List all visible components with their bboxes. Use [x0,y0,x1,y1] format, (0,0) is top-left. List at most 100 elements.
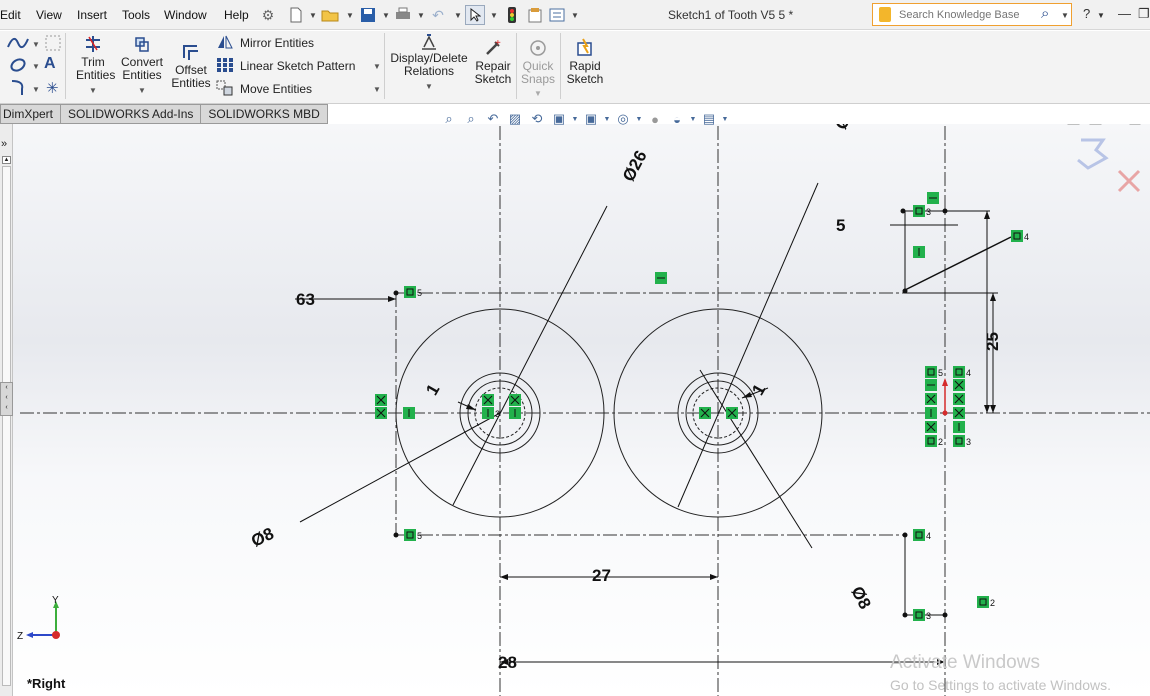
circle-icon[interactable] [8,57,28,76]
rapid-sketch-button[interactable]: Rapid Sketch [563,37,607,86]
tab-solidworks-add-ins[interactable]: SOLIDWORKS Add-Ins [61,104,202,124]
chevron-down-icon[interactable]: ▼ [571,11,579,20]
dimension-diameter-8-right[interactable]: Ø8 [847,583,874,612]
open-folder-icon[interactable] [320,5,340,25]
chevron-down-icon[interactable]: ▼ [490,11,498,20]
dimension-27[interactable]: 27 [592,566,611,585]
relation-marker[interactable]: 3 [913,609,931,621]
relation-marker[interactable] [925,393,937,405]
relation-marker[interactable] [925,379,937,391]
arc-icon[interactable] [8,79,28,100]
menu-view[interactable]: View [36,8,62,22]
options-icon[interactable] [547,5,567,25]
chevron-down-icon[interactable]: ▼ [346,11,354,20]
chevron-down-icon[interactable]: ▼ [32,40,40,49]
chevron-down-icon[interactable]: ▼ [373,85,381,94]
relation-marker[interactable] [953,407,965,419]
leader-diameter-8-left[interactable] [299,412,501,523]
relation-marker[interactable] [403,407,415,419]
traffic-light-icon[interactable] [502,5,522,25]
select-arrow-icon[interactable] [465,5,485,25]
menu-tools[interactable]: Tools [122,8,150,22]
sketch-canvas[interactable]: 553345423432 Ø26 Ø26 5 63 25 1 1 Ø8 Ø8 2… [0,124,1150,696]
new-document-icon[interactable] [286,5,306,25]
menu-help[interactable]: Help [224,8,249,22]
chevron-down-icon[interactable]: ▼ [373,62,381,71]
dimension-25[interactable]: 25 [983,332,1002,351]
linear-pattern-button[interactable]: Linear Sketch Pattern [216,57,355,75]
chevron-down-icon[interactable]: ▼ [417,11,425,20]
tab-solidworks-mbd[interactable]: SOLIDWORKS MBD [201,104,328,124]
sketch-origin[interactable] [942,378,948,416]
relation-marker[interactable]: 4 [913,529,931,541]
chevron-down-icon[interactable]: ▼ [388,80,470,93]
relation-marker[interactable] [953,421,965,433]
relation-marker[interactable] [699,407,711,419]
menu-edit[interactable]: Edit [0,8,21,22]
trim-entities-button[interactable]: Trim Entities ▼ [70,33,116,97]
display-delete-relations-button[interactable]: Display/Delete Relations ▼ [388,33,470,93]
relation-marker[interactable]: 5 [925,366,943,378]
point-icon[interactable] [44,34,62,55]
chevron-down-icon[interactable]: ▼ [32,62,40,71]
help-icon[interactable]: ? [1083,6,1090,21]
relation-marker[interactable] [509,394,521,406]
dimension-1-left[interactable]: 1 [422,381,443,399]
sketch-line-icon[interactable] [6,35,30,54]
search-box[interactable]: ⌕ ▼ [872,3,1072,26]
chevron-down-icon[interactable]: ▼ [118,84,166,97]
convert-entities-button[interactable]: Convert Entities ▼ [118,33,166,97]
move-entities-button[interactable]: Move Entities [216,80,312,98]
relation-marker[interactable]: 3 [482,407,500,419]
relation-marker[interactable]: 2 [925,435,943,447]
dimension-diameter-26-left[interactable]: Ø26 [619,147,651,184]
relation-marker[interactable] [913,246,925,258]
relation-marker[interactable] [953,379,965,391]
relation-marker[interactable] [925,407,937,419]
undo-icon[interactable]: ↶ [428,5,448,25]
relation-marker[interactable] [927,192,939,204]
pin-icon[interactable]: ⚙ [258,5,278,25]
leader-diameter-26-left[interactable] [452,205,608,506]
chevron-down-icon[interactable]: ▼ [70,84,116,97]
dimension-diameter-8-left[interactable]: Ø8 [248,524,277,551]
dimension-diameter-26-right[interactable]: Ø26 [831,124,863,133]
chevron-down-icon[interactable]: ▼ [1061,11,1069,20]
chevron-down-icon[interactable]: ▼ [32,85,40,94]
confirmation-corner-cancel-icon[interactable] [1117,169,1141,193]
repair-sketch-button[interactable]: + Repair Sketch [472,37,514,86]
print-icon[interactable] [393,5,413,25]
relation-marker[interactable] [953,393,965,405]
chevron-down-icon[interactable]: ▼ [382,11,390,20]
restore-icon[interactable]: ❐ [1138,6,1150,22]
relation-marker[interactable] [375,407,387,419]
search-icon[interactable]: ⌕ [1041,5,1049,22]
chevron-down-icon[interactable]: ▼ [519,87,557,100]
relation-marker[interactable] [509,407,521,419]
relation-marker[interactable]: 5 [404,286,422,298]
relation-marker[interactable]: 4 [953,366,971,378]
relation-marker[interactable]: 4 [1011,230,1029,242]
relation-marker[interactable]: 3 [913,205,931,217]
confirmation-corner-exit-icon[interactable] [1077,138,1109,170]
mirror-entities-button[interactable]: Mirror Entities [216,34,314,52]
chevron-down-icon[interactable]: ▼ [454,11,462,20]
quick-snaps-button[interactable]: Quick Snaps ▼ [519,37,557,100]
spline-icon[interactable]: ✳ [46,79,59,97]
relation-marker[interactable] [375,394,387,406]
leader-diameter-8-right[interactable] [699,369,813,549]
dimension-5[interactable]: 5 [836,216,845,235]
file-properties-icon[interactable] [525,5,545,25]
search-input[interactable] [899,7,1039,23]
relation-marker[interactable] [726,407,738,419]
relation-marker[interactable]: 5 [404,529,422,541]
save-icon[interactable] [358,5,378,25]
menu-window[interactable]: Window [164,8,207,22]
relation-marker[interactable]: 3 [953,435,971,447]
offset-entities-button[interactable]: Offset Entities [170,41,212,90]
relation-marker[interactable]: 2 [977,596,995,608]
relation-marker[interactable] [655,272,667,284]
chevron-down-icon[interactable]: ▼ [309,11,317,20]
minimize-icon[interactable]: — [1118,6,1131,21]
menu-insert[interactable]: Insert [77,8,107,22]
